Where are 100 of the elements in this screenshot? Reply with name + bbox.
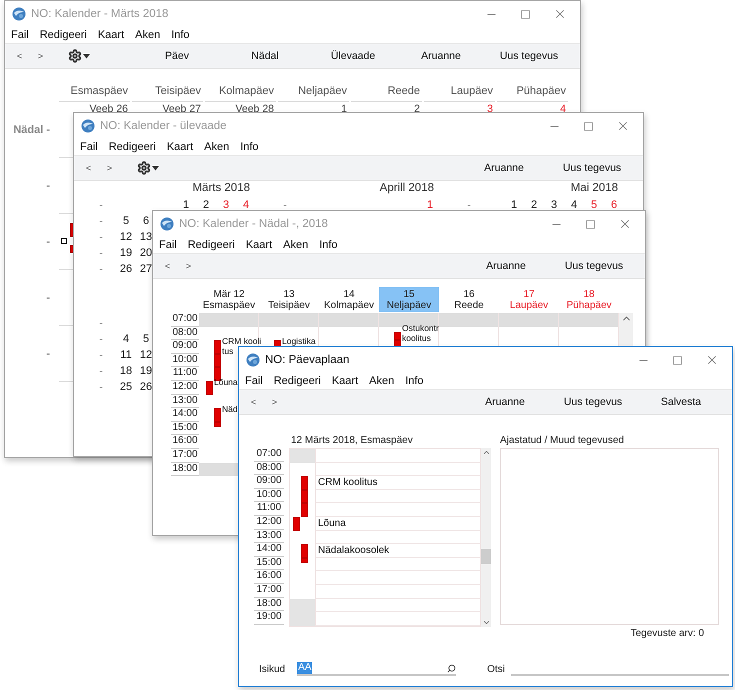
- day-number[interactable]: 6: [136, 215, 156, 227]
- menu-item[interactable]: Aken: [204, 141, 230, 153]
- day-number[interactable]: 5: [116, 215, 136, 227]
- event-label[interactable]: Logistika: [282, 336, 316, 346]
- menu-item[interactable]: Kaart: [332, 375, 358, 387]
- maximize-icon[interactable]: [672, 354, 683, 366]
- toolbar-button[interactable]: Uus tegevus: [549, 391, 637, 413]
- time-slot[interactable]: [199, 462, 239, 476]
- day-number[interactable]: 18: [116, 365, 136, 377]
- event-row[interactable]: CRM koolitus: [316, 476, 480, 490]
- day-number[interactable]: 2: [524, 199, 544, 211]
- search-icon[interactable]: [447, 664, 456, 672]
- toolbar-button[interactable]: Nädal: [221, 45, 309, 67]
- toolbar-button[interactable]: Uus tegevus: [548, 157, 636, 179]
- event-bar[interactable]: [293, 516, 300, 531]
- day-header[interactable]: 17 Laupäev: [499, 287, 559, 312]
- maximize-icon[interactable]: [585, 218, 596, 230]
- toolbar-button[interactable]: Aruanne: [462, 255, 550, 277]
- menu-item[interactable]: Fail: [159, 239, 177, 251]
- day-number[interactable]: 1: [420, 199, 440, 211]
- event-row[interactable]: Lõuna: [316, 516, 480, 531]
- day-number[interactable]: 25: [116, 381, 136, 393]
- day-number[interactable]: 11: [116, 349, 136, 361]
- nav-button[interactable]: <: [243, 393, 264, 411]
- scrollbar[interactable]: [619, 313, 633, 348]
- menu-item[interactable]: Fail: [80, 141, 98, 153]
- menu-item[interactable]: Info: [319, 239, 338, 251]
- menu-item[interactable]: Fail: [245, 375, 263, 387]
- day-number[interactable]: 3: [544, 199, 564, 211]
- event-label[interactable]: Nädalakoosolek: [318, 544, 390, 556]
- toolbar-button[interactable]: Uus tegevus: [550, 255, 638, 277]
- menu-item[interactable]: Aken: [369, 375, 394, 387]
- day-number[interactable]: 27: [136, 263, 156, 275]
- day-number[interactable]: 4: [564, 199, 584, 211]
- settings-menu-button[interactable]: [66, 47, 92, 65]
- event-label[interactable]: Lõuna: [318, 518, 346, 529]
- toolbar-button[interactable]: Uus tegevus: [485, 45, 573, 67]
- menu-item[interactable]: Redigeeri: [108, 141, 156, 153]
- nav-button[interactable]: <: [9, 47, 30, 65]
- menu-item[interactable]: Redigeeri: [188, 239, 235, 251]
- toolbar-button[interactable]: Ülevaade: [309, 45, 397, 67]
- day-header[interactable]: 15 Neljapäev: [379, 287, 439, 312]
- event-label[interactable]: CRM kooli tus: [222, 336, 262, 356]
- event-bar[interactable]: [214, 367, 221, 381]
- day-number[interactable]: 20: [136, 247, 156, 259]
- scrollbar-thumb[interactable]: [481, 549, 491, 564]
- day-header[interactable]: 14 Kolmapäev: [319, 287, 379, 312]
- toolbar-button[interactable]: Aruanne: [460, 157, 548, 179]
- menu-item[interactable]: Redigeeri: [40, 29, 87, 41]
- day-number[interactable]: 4: [236, 199, 256, 211]
- menu-item[interactable]: Aken: [283, 239, 308, 251]
- event-row[interactable]: Nädalakoosolek: [316, 544, 480, 558]
- menu-item[interactable]: Redigeeri: [274, 375, 321, 387]
- maximize-icon[interactable]: [520, 8, 531, 20]
- day-number[interactable]: 4: [116, 333, 136, 345]
- day-number[interactable]: 5: [584, 199, 604, 211]
- day-number[interactable]: 12: [116, 231, 136, 243]
- event-label[interactable]: Näd: [222, 404, 238, 414]
- toolbar-button[interactable]: Aruanne: [397, 45, 485, 67]
- toolbar-button[interactable]: Päev: [133, 45, 221, 67]
- nav-button[interactable]: <: [78, 159, 99, 177]
- toolbar-button[interactable]: Aruanne: [461, 391, 549, 413]
- settings-menu-button[interactable]: [135, 159, 161, 177]
- menu-item[interactable]: Kaart: [166, 141, 194, 153]
- event-label[interactable]: Lõuna: [214, 376, 238, 387]
- day-header[interactable]: Mär 12 Esmaspäev: [199, 287, 259, 312]
- chevron-up-icon[interactable]: [482, 448, 490, 457]
- day-number[interactable]: 1: [504, 199, 524, 211]
- day-number[interactable]: 1: [176, 199, 196, 211]
- day-number[interactable]: 19: [136, 365, 156, 377]
- day-number[interactable]: 19: [116, 247, 136, 259]
- nav-button[interactable]: >: [178, 257, 199, 275]
- toolbar-button[interactable]: Salvesta: [637, 391, 725, 413]
- menu-item[interactable]: Info: [171, 29, 190, 41]
- scrollbar[interactable]: [481, 448, 491, 627]
- event-bar[interactable]: [206, 380, 213, 395]
- menu-item[interactable]: Fail: [11, 29, 29, 41]
- menu-item[interactable]: Info: [405, 375, 424, 387]
- day-number[interactable]: 5: [136, 333, 156, 345]
- day-header[interactable]: 18 Pühapäev: [559, 287, 619, 312]
- day-header[interactable]: 13 Teisipäev: [259, 287, 319, 312]
- activity-list[interactable]: [500, 448, 719, 625]
- day-number[interactable]: 26: [136, 381, 156, 393]
- nav-button[interactable]: >: [264, 393, 285, 411]
- menu-item[interactable]: Aken: [135, 29, 160, 41]
- day-number[interactable]: 2: [196, 199, 216, 211]
- day-number[interactable]: 12: [136, 349, 156, 361]
- day-header[interactable]: 16 Reede: [439, 287, 499, 312]
- event-label[interactable]: CRM koolitus: [318, 476, 378, 488]
- nav-button[interactable]: >: [99, 159, 120, 177]
- nav-button[interactable]: >: [30, 47, 51, 65]
- day-number[interactable]: 26: [116, 263, 136, 275]
- menu-item[interactable]: Info: [240, 141, 259, 153]
- event-label[interactable]: Ostukontr koolitus: [402, 322, 439, 343]
- menu-item[interactable]: Kaart: [98, 29, 124, 41]
- maximize-icon[interactable]: [583, 120, 594, 132]
- nav-button[interactable]: <: [157, 257, 178, 275]
- menu-item[interactable]: Kaart: [246, 239, 272, 251]
- day-number[interactable]: 13: [136, 231, 156, 243]
- day-number[interactable]: 3: [216, 199, 236, 211]
